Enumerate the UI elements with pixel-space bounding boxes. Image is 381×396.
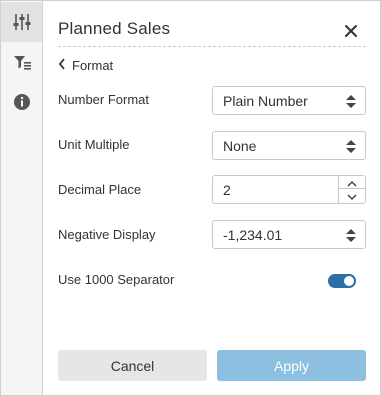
rail-item-filter[interactable]	[1, 42, 42, 82]
unit-multiple-label: Unit Multiple	[58, 137, 130, 152]
decimal-place-value: 2	[223, 181, 231, 198]
format-panel: Planned Sales Format Number Format Plain…	[43, 1, 380, 395]
filter-list-icon	[12, 52, 32, 72]
close-icon	[341, 25, 361, 45]
negative-display-select[interactable]: -1,234.01	[212, 220, 366, 249]
stepper-buttons	[338, 176, 365, 203]
info-icon	[13, 93, 31, 111]
title-divider	[58, 46, 366, 47]
select-arrows-icon	[346, 95, 356, 111]
select-arrows-icon	[346, 229, 356, 245]
negative-display-label: Negative Display	[58, 227, 156, 242]
apply-button[interactable]: Apply	[217, 350, 366, 381]
panel-title: Planned Sales	[58, 19, 171, 38]
unit-multiple-value: None	[223, 137, 257, 154]
decimal-place-label: Decimal Place	[58, 182, 142, 197]
decimal-place-stepper[interactable]: 2	[212, 175, 366, 204]
separator-label: Use 1000 Separator	[58, 272, 175, 287]
cancel-button[interactable]: Cancel	[58, 350, 207, 381]
back-link-label: Format	[72, 57, 114, 73]
chevron-down-icon	[347, 188, 357, 204]
rail-item-info[interactable]	[1, 82, 42, 122]
sliders-icon	[12, 12, 32, 32]
number-format-select[interactable]: Plain Number	[212, 86, 366, 115]
separator-toggle[interactable]	[328, 274, 356, 288]
negative-display-value: -1,234.01	[223, 226, 283, 243]
select-arrows-icon	[346, 140, 356, 156]
unit-multiple-select[interactable]: None	[212, 131, 366, 160]
back-link[interactable]: Format	[58, 56, 113, 74]
number-format-value: Plain Number	[223, 92, 308, 109]
number-format-label: Number Format	[58, 92, 150, 107]
chevron-left-icon	[58, 57, 72, 73]
toggle-knob	[344, 276, 354, 286]
decrement-button[interactable]	[339, 189, 365, 202]
rail-item-format[interactable]	[1, 2, 42, 42]
format-dialog: Planned Sales Format Number Format Plain…	[0, 0, 381, 396]
close-button[interactable]	[341, 21, 361, 41]
side-icon-rail	[1, 1, 43, 395]
